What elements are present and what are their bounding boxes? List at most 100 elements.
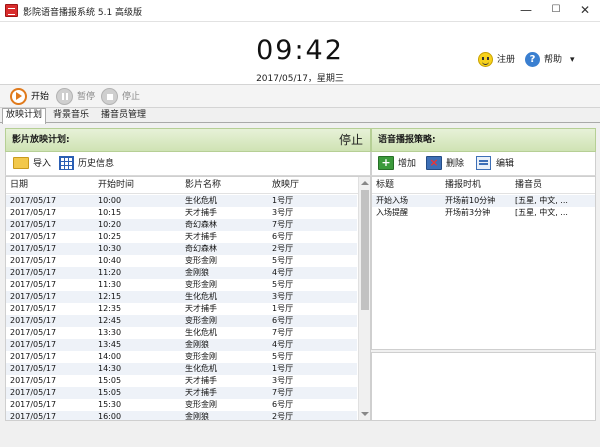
table-row[interactable]: 2017/05/17 12:15 生化危机 3号厅 bbox=[6, 291, 357, 303]
announcer-cell: [五星, 中文, ... bbox=[515, 208, 568, 217]
stop-button[interactable]: 停止 bbox=[101, 85, 143, 107]
hall-cell: 5号厅 bbox=[272, 280, 294, 289]
start-button[interactable]: 开始 bbox=[10, 85, 52, 107]
schedule-title: 影片放映计划: bbox=[12, 135, 70, 145]
schedule-scrollbar[interactable] bbox=[358, 177, 370, 420]
movie-cell: 生化危机 bbox=[185, 196, 217, 205]
history-label: 历史信息 bbox=[78, 159, 115, 169]
start-time-cell: 10:00 bbox=[98, 196, 122, 205]
table-row[interactable]: 2017/05/17 12:35 天才捕手 1号厅 bbox=[6, 303, 357, 315]
table-row[interactable]: 2017/05/17 14:00 变形金刚 5号厅 bbox=[6, 351, 357, 363]
schedule-panel-header: 影片放映计划: 停止 bbox=[5, 128, 371, 152]
movie-cell: 变形金刚 bbox=[185, 316, 217, 325]
add-strategy-button[interactable]: + 增加 bbox=[378, 155, 424, 173]
register-link[interactable]: 注册 bbox=[478, 52, 530, 68]
movie-cell: 天才捕手 bbox=[185, 376, 217, 385]
hall-cell: 5号厅 bbox=[272, 256, 294, 265]
history-button[interactable]: 历史信息 bbox=[59, 155, 124, 173]
strategy-toolbar: + 增加 × 删除 编辑 bbox=[371, 152, 596, 176]
table-row[interactable]: 2017/05/17 10:00 生化危机 1号厅 bbox=[6, 195, 357, 207]
column-header-title[interactable]: 标题 bbox=[376, 177, 394, 193]
delete-label: 删除 bbox=[446, 159, 465, 169]
table-row[interactable]: 2017/05/17 15:05 天才捕手 3号厅 bbox=[6, 375, 357, 387]
movie-cell: 金刚狼 bbox=[185, 412, 209, 421]
tab-announcer-management[interactable]: 播音员管理 bbox=[98, 109, 149, 123]
add-label: 增加 bbox=[398, 159, 417, 169]
tab-background-music[interactable]: 背景音乐 bbox=[50, 109, 92, 123]
start-time-cell: 16:00 bbox=[98, 412, 122, 421]
date-cell: 2017/05/17 bbox=[10, 316, 57, 325]
table-row[interactable]: 2017/05/17 11:30 变形金刚 5号厅 bbox=[6, 279, 357, 291]
scroll-down-icon[interactable] bbox=[361, 412, 369, 416]
pause-icon bbox=[56, 88, 73, 105]
date-cell: 2017/05/17 bbox=[10, 208, 57, 217]
movie-cell: 变形金刚 bbox=[185, 400, 217, 409]
start-time-cell: 10:15 bbox=[98, 208, 122, 217]
add-icon: + bbox=[378, 156, 394, 170]
table-row[interactable]: 入场提醒 开场前3分钟 [五星, 中文, ... bbox=[372, 207, 595, 219]
start-time-cell: 12:45 bbox=[98, 316, 122, 325]
start-time-cell: 12:35 bbox=[98, 304, 122, 313]
edit-strategy-button[interactable]: 编辑 bbox=[476, 155, 522, 173]
hall-cell: 7号厅 bbox=[272, 328, 294, 337]
hall-cell: 3号厅 bbox=[272, 208, 294, 217]
date-cell: 2017/05/17 bbox=[10, 412, 57, 421]
table-row[interactable]: 2017/05/17 12:45 变形金刚 6号厅 bbox=[6, 315, 357, 327]
date-cell: 2017/05/17 bbox=[10, 340, 57, 349]
date-cell: 2017/05/17 bbox=[10, 352, 57, 361]
table-row[interactable]: 开始入场 开场前10分钟 [五星, 中文, ... bbox=[372, 195, 595, 207]
movie-cell: 天才捕手 bbox=[185, 304, 217, 313]
table-row[interactable]: 2017/05/17 15:30 变形金刚 6号厅 bbox=[6, 399, 357, 411]
title-bar: 影院语音播报系统 5.1 高级版 — ☐ ✕ bbox=[0, 0, 600, 22]
column-header-date[interactable]: 日期 bbox=[10, 177, 28, 193]
tab-schedule[interactable]: 放映计划 bbox=[2, 108, 47, 124]
import-button[interactable]: 导入 bbox=[13, 155, 57, 173]
schedule-toolbar: 导入 历史信息 bbox=[5, 152, 371, 176]
table-row[interactable]: 2017/05/17 13:30 生化危机 7号厅 bbox=[6, 327, 357, 339]
date-cell: 2017/05/17 bbox=[10, 328, 57, 337]
stop-label: 停止 bbox=[122, 92, 141, 102]
stop-icon bbox=[101, 88, 118, 105]
hall-cell: 1号厅 bbox=[272, 304, 294, 313]
hall-cell: 4号厅 bbox=[272, 268, 294, 277]
help-menu[interactable]: ? 帮助 ▾ bbox=[525, 52, 585, 68]
delete-icon: × bbox=[426, 156, 442, 170]
table-row[interactable]: 2017/05/17 11:20 金刚狼 4号厅 bbox=[6, 267, 357, 279]
pause-button[interactable]: 暂停 bbox=[56, 85, 98, 107]
close-button[interactable]: ✕ bbox=[570, 0, 600, 22]
play-icon bbox=[10, 88, 27, 105]
start-time-cell: 13:30 bbox=[98, 328, 122, 337]
table-row[interactable]: 2017/05/17 10:30 奇幻森林 2号厅 bbox=[6, 243, 357, 255]
maximize-button[interactable]: ☐ bbox=[541, 0, 571, 22]
table-row[interactable]: 2017/05/17 10:40 变形金刚 5号厅 bbox=[6, 255, 357, 267]
hall-cell: 4号厅 bbox=[272, 340, 294, 349]
app-icon bbox=[5, 4, 18, 17]
date-cell: 2017/05/17 bbox=[10, 364, 57, 373]
table-row[interactable]: 2017/05/17 10:25 天才捕手 6号厅 bbox=[6, 231, 357, 243]
start-time-cell: 15:30 bbox=[98, 400, 122, 409]
title-cell: 入场提醒 bbox=[376, 208, 408, 217]
hall-cell: 2号厅 bbox=[272, 244, 294, 253]
hall-cell: 5号厅 bbox=[272, 352, 294, 361]
table-row[interactable]: 2017/05/17 10:20 奇幻森林 7号厅 bbox=[6, 219, 357, 231]
table-row[interactable]: 2017/05/17 13:45 金刚狼 4号厅 bbox=[6, 339, 357, 351]
hall-cell: 1号厅 bbox=[272, 196, 294, 205]
movie-cell: 变形金刚 bbox=[185, 256, 217, 265]
hall-cell: 6号厅 bbox=[272, 400, 294, 409]
scrollbar-thumb[interactable] bbox=[361, 190, 369, 310]
strategy-title: 语音播报策略: bbox=[378, 135, 436, 145]
table-row[interactable]: 2017/05/17 15:05 天才捕手 7号厅 bbox=[6, 387, 357, 399]
table-row[interactable]: 2017/05/17 10:15 天才捕手 3号厅 bbox=[6, 207, 357, 219]
column-header-start-time[interactable]: 开始时间 bbox=[98, 177, 134, 193]
schedule-table: 日期 开始时间 影片名称 放映厅 2017/05/17 10:00 生化危机 1号厅 2… bbox=[5, 176, 371, 421]
column-header-timing[interactable]: 播报时机 bbox=[445, 177, 481, 193]
column-header-announcer[interactable]: 播音员 bbox=[515, 177, 542, 193]
start-time-cell: 10:40 bbox=[98, 256, 122, 265]
column-header-movie[interactable]: 影片名称 bbox=[185, 177, 221, 193]
delete-strategy-button[interactable]: × 删除 bbox=[426, 155, 472, 173]
column-header-hall[interactable]: 放映厅 bbox=[272, 177, 299, 193]
minimize-button[interactable]: — bbox=[511, 0, 541, 22]
scroll-up-icon[interactable] bbox=[361, 181, 369, 185]
table-row[interactable]: 2017/05/17 14:30 生化危机 1号厅 bbox=[6, 363, 357, 375]
table-row[interactable]: 2017/05/17 16:00 金刚狼 2号厅 bbox=[6, 411, 357, 421]
